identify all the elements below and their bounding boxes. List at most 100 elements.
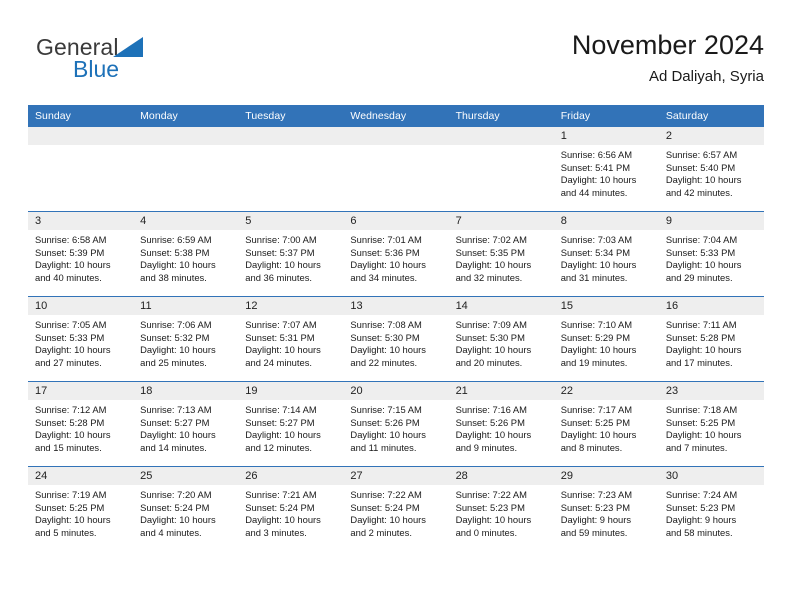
sunset-text: Sunset: 5:28 PM xyxy=(35,416,105,428)
calendar-day-cell[interactable]: 7 Sunrise: 7:02 AM Sunset: 5:35 PM Dayli… xyxy=(448,211,554,297)
calendar-day-cell[interactable]: 4 Sunrise: 6:59 AM Sunset: 5:38 PM Dayli… xyxy=(133,211,239,297)
day-details: Sunrise: 7:14 AM Sunset: 5:27 PM Dayligh… xyxy=(238,400,343,454)
calendar-day-cell[interactable]: 9 Sunrise: 7:04 AM Sunset: 5:33 PM Dayli… xyxy=(658,211,764,297)
day-number: 10 xyxy=(28,297,134,315)
day-details: Sunrise: 7:21 AM Sunset: 5:24 PM Dayligh… xyxy=(238,485,343,539)
logo-text-blue: Blue xyxy=(73,56,120,82)
calendar-day-cell[interactable]: 28 Sunrise: 7:22 AM Sunset: 5:23 PM Dayl… xyxy=(448,466,554,551)
calendar-day-cell[interactable]: 17 Sunrise: 7:12 AM Sunset: 5:28 PM Dayl… xyxy=(28,381,134,467)
calendar-day-cell[interactable]: 3 Sunrise: 6:58 AM Sunset: 5:39 PM Dayli… xyxy=(28,211,134,297)
daylight-text-line2: and 40 minutes. xyxy=(35,271,102,283)
calendar-day-cell[interactable]: 26 Sunrise: 7:21 AM Sunset: 5:24 PM Dayl… xyxy=(238,466,344,551)
day-number xyxy=(133,127,239,145)
day-details: Sunrise: 7:13 AM Sunset: 5:27 PM Dayligh… xyxy=(133,400,238,454)
calendar-day-cell[interactable]: 5 Sunrise: 7:00 AM Sunset: 5:37 PM Dayli… xyxy=(238,211,344,297)
calendar-day-cell[interactable]: 23 Sunrise: 7:18 AM Sunset: 5:25 PM Dayl… xyxy=(658,381,764,467)
calendar-day-cell[interactable] xyxy=(28,127,134,212)
daylight-text-line1: Daylight: 10 hours xyxy=(350,429,426,441)
weekday-header-tuesday: Tuesday xyxy=(238,105,344,127)
calendar-day-cell[interactable]: 19 Sunrise: 7:14 AM Sunset: 5:27 PM Dayl… xyxy=(238,381,344,467)
calendar-day-cell[interactable]: 22 Sunrise: 7:17 AM Sunset: 5:25 PM Dayl… xyxy=(553,381,659,467)
calendar-day-cell[interactable]: 15 Sunrise: 7:10 AM Sunset: 5:29 PM Dayl… xyxy=(553,296,659,382)
calendar-day-cell[interactable]: 27 Sunrise: 7:22 AM Sunset: 5:24 PM Dayl… xyxy=(343,466,449,551)
calendar-day-cell[interactable]: 10 Sunrise: 7:05 AM Sunset: 5:33 PM Dayl… xyxy=(28,296,134,382)
calendar-day-cell[interactable]: 20 Sunrise: 7:15 AM Sunset: 5:26 PM Dayl… xyxy=(343,381,449,467)
page-subtitle-location: Ad Daliyah, Syria xyxy=(648,68,764,85)
day-details: Sunrise: 7:18 AM Sunset: 5:25 PM Dayligh… xyxy=(659,400,764,454)
calendar-week-row: 3 Sunrise: 6:58 AM Sunset: 5:39 PM Dayli… xyxy=(28,211,764,297)
day-details: Sunrise: 7:07 AM Sunset: 5:31 PM Dayligh… xyxy=(238,315,343,369)
daylight-text-line1: Daylight: 9 hours xyxy=(560,514,632,526)
daylight-text-line1: Daylight: 10 hours xyxy=(140,259,216,271)
calendar-day-cell[interactable]: 12 Sunrise: 7:07 AM Sunset: 5:31 PM Dayl… xyxy=(238,296,344,382)
calendar-day-cell[interactable]: 1 Sunrise: 6:56 AM Sunset: 5:41 PM Dayli… xyxy=(553,127,659,212)
daylight-text-line1: Daylight: 10 hours xyxy=(560,259,637,271)
sunrise-text: Sunrise: 7:22 AM xyxy=(455,489,527,500)
daylight-text-line2: and 14 minutes. xyxy=(140,441,207,453)
calendar-day-cell[interactable]: 16 Sunrise: 7:11 AM Sunset: 5:28 PM Dayl… xyxy=(658,296,764,382)
sunset-text: Sunset: 5:25 PM xyxy=(35,501,105,513)
calendar-day-cell[interactable]: 25 Sunrise: 7:20 AM Sunset: 5:24 PM Dayl… xyxy=(133,466,239,551)
daylight-text-line1: Daylight: 10 hours xyxy=(665,259,742,271)
day-number: 12 xyxy=(238,297,344,315)
general-blue-logo[interactable]: General Blue xyxy=(36,34,216,90)
sunrise-text: Sunrise: 7:07 AM xyxy=(245,319,317,330)
calendar-day-cell[interactable]: 21 Sunrise: 7:16 AM Sunset: 5:26 PM Dayl… xyxy=(448,381,554,467)
blue-triangle-icon xyxy=(113,37,143,57)
sunrise-text: Sunrise: 7:13 AM xyxy=(140,404,212,415)
calendar-day-cell[interactable]: 18 Sunrise: 7:13 AM Sunset: 5:27 PM Dayl… xyxy=(133,381,239,467)
calendar-day-cell[interactable]: 13 Sunrise: 7:08 AM Sunset: 5:30 PM Dayl… xyxy=(343,296,449,382)
calendar-day-cell[interactable] xyxy=(238,127,344,212)
day-number: 24 xyxy=(28,467,134,485)
day-details: Sunrise: 7:22 AM Sunset: 5:24 PM Dayligh… xyxy=(343,485,448,539)
sunrise-text: Sunrise: 7:10 AM xyxy=(560,319,633,330)
calendar-week-row: 24 Sunrise: 7:19 AM Sunset: 5:25 PM Dayl… xyxy=(28,466,764,551)
day-details: Sunrise: 7:11 AM Sunset: 5:28 PM Dayligh… xyxy=(659,315,764,369)
calendar-day-cell[interactable]: 29 Sunrise: 7:23 AM Sunset: 5:23 PM Dayl… xyxy=(553,466,659,551)
sunset-text: Sunset: 5:33 PM xyxy=(665,246,736,258)
day-number xyxy=(238,127,344,145)
calendar-day-cell[interactable]: 6 Sunrise: 7:01 AM Sunset: 5:36 PM Dayli… xyxy=(343,211,449,297)
calendar-day-cell[interactable]: 2 Sunrise: 6:57 AM Sunset: 5:40 PM Dayli… xyxy=(658,127,764,212)
calendar-day-cell[interactable]: 14 Sunrise: 7:09 AM Sunset: 5:30 PM Dayl… xyxy=(448,296,554,382)
daylight-text-line2: and 9 minutes. xyxy=(455,441,518,453)
calendar-day-cell[interactable] xyxy=(448,127,554,212)
calendar-day-cell[interactable] xyxy=(133,127,239,212)
calendar-day-cell[interactable]: 8 Sunrise: 7:03 AM Sunset: 5:34 PM Dayli… xyxy=(553,211,659,297)
daylight-text-line1: Daylight: 10 hours xyxy=(665,174,742,186)
sunset-text: Sunset: 5:24 PM xyxy=(350,501,420,513)
calendar-week-row: 10 Sunrise: 7:05 AM Sunset: 5:33 PM Dayl… xyxy=(28,296,764,382)
sunset-text: Sunset: 5:30 PM xyxy=(350,331,420,343)
sunrise-text: Sunrise: 7:08 AM xyxy=(350,319,422,330)
daylight-text-line2: and 27 minutes. xyxy=(35,356,102,368)
sunrise-text: Sunrise: 7:01 AM xyxy=(350,234,422,245)
daylight-text-line2: and 7 minutes. xyxy=(665,441,728,453)
daylight-text-line2: and 2 minutes. xyxy=(350,526,412,538)
day-details: Sunrise: 7:24 AM Sunset: 5:23 PM Dayligh… xyxy=(659,485,764,539)
calendar-day-cell[interactable] xyxy=(343,127,449,212)
weekday-header-friday: Friday xyxy=(553,105,659,127)
daylight-text-line2: and 8 minutes. xyxy=(560,441,623,453)
day-details: Sunrise: 6:58 AM Sunset: 5:39 PM Dayligh… xyxy=(28,230,133,284)
daylight-text-line1: Daylight: 10 hours xyxy=(455,429,532,441)
sunrise-text: Sunrise: 7:14 AM xyxy=(245,404,317,415)
daylight-text-line1: Daylight: 10 hours xyxy=(350,514,426,526)
day-number: 27 xyxy=(343,467,449,485)
weekday-header-monday: Monday xyxy=(133,105,239,127)
day-details: Sunrise: 7:02 AM Sunset: 5:35 PM Dayligh… xyxy=(449,230,554,284)
daylight-text-line1: Daylight: 10 hours xyxy=(350,344,426,356)
calendar-day-cell[interactable]: 11 Sunrise: 7:06 AM Sunset: 5:32 PM Dayl… xyxy=(133,296,239,382)
day-number: 5 xyxy=(238,212,344,230)
calendar-week-row: 17 Sunrise: 7:12 AM Sunset: 5:28 PM Dayl… xyxy=(28,381,764,467)
day-details: Sunrise: 7:15 AM Sunset: 5:26 PM Dayligh… xyxy=(343,400,448,454)
title-block: November 2024 Ad Daliyah, Syria xyxy=(572,28,764,88)
sunrise-text: Sunrise: 7:03 AM xyxy=(560,234,633,245)
day-number xyxy=(28,127,134,145)
calendar-day-cell[interactable]: 24 Sunrise: 7:19 AM Sunset: 5:25 PM Dayl… xyxy=(28,466,134,551)
sunset-text: Sunset: 5:24 PM xyxy=(140,501,210,513)
daylight-text-line1: Daylight: 10 hours xyxy=(455,344,532,356)
daylight-text-line1: Daylight: 10 hours xyxy=(245,514,321,526)
daylight-text-line1: Daylight: 10 hours xyxy=(35,429,111,441)
page-title: November 2024 xyxy=(571,30,764,60)
calendar-day-cell[interactable]: 30 Sunrise: 7:24 AM Sunset: 5:23 PM Dayl… xyxy=(658,466,764,551)
